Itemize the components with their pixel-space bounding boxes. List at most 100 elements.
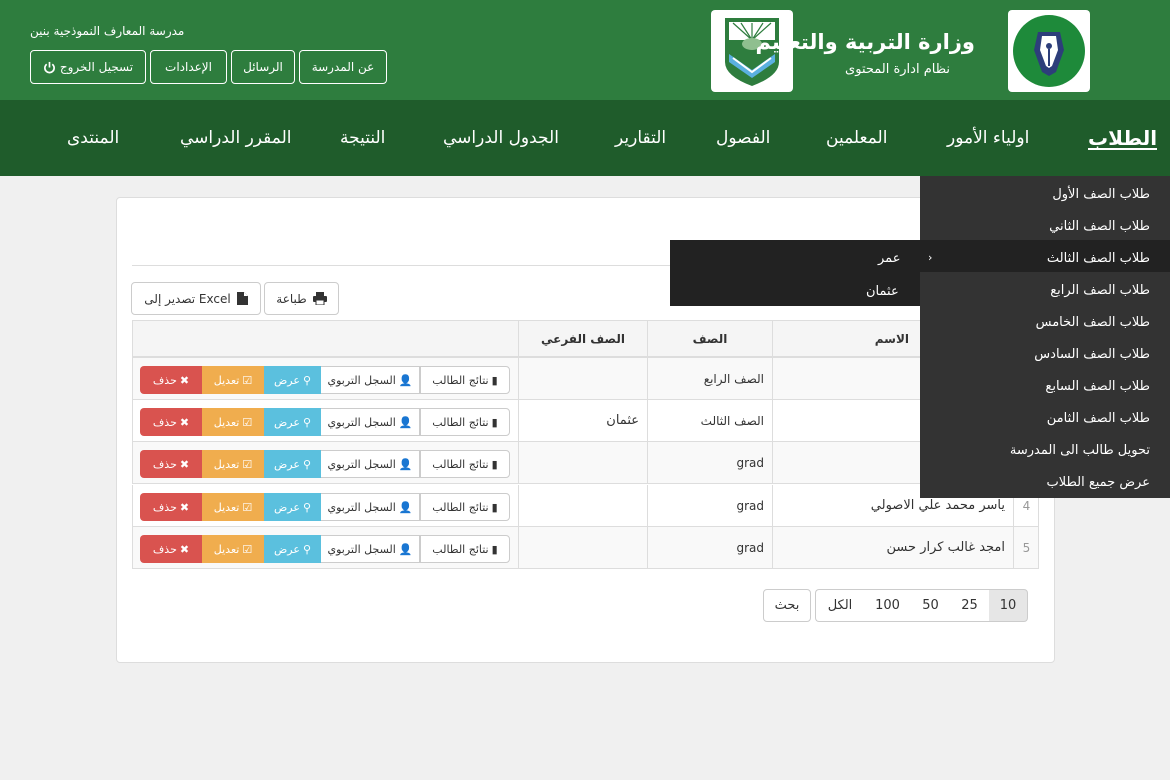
messages-button[interactable]: الرسائل — [231, 50, 295, 84]
export-label: تصدير إلى Excel — [144, 291, 231, 306]
delete-button[interactable]: حذف ✖ — [140, 493, 202, 521]
dropdown-item-all-students[interactable]: عرض جميع الطلاب — [1046, 475, 1150, 490]
view-button[interactable]: عرض ⚲ — [264, 493, 321, 521]
file-icon — [236, 292, 248, 305]
student-class: الصف الرابع — [647, 358, 772, 399]
results-button[interactable]: نتائج الطالب ▮ — [420, 535, 510, 563]
delete-label: حذف — [152, 373, 177, 387]
header-class: الصف — [647, 321, 772, 357]
nav-parents[interactable]: اولياء الأمور — [947, 100, 1029, 176]
view-button[interactable]: عرض ⚲ — [264, 408, 321, 436]
student-subclass — [518, 527, 647, 568]
student-subclass: عثمان — [518, 400, 647, 441]
edit-icon: ☑ — [242, 457, 253, 471]
dropdown-item-grade7[interactable]: طلاب الصف السابع — [1045, 379, 1150, 394]
table-row: 5 امجد غالب كرار حسن grad حذف ✖ تعديل ☑ عرض ⚲… — [132, 527, 1039, 569]
view-label: عرض — [274, 373, 300, 387]
row-actions: حذف ✖ تعديل ☑ عرض ⚲ السجل التربوي 👤 نتائج ال… — [140, 450, 510, 478]
page-size-all[interactable]: الكل — [815, 589, 864, 622]
view-button[interactable]: عرض ⚲ — [264, 450, 321, 478]
view-button[interactable]: عرض ⚲ — [264, 366, 321, 394]
nav-schedule[interactable]: الجدول الدراسي — [443, 100, 559, 176]
results-button[interactable]: نتائج الطالب ▮ — [420, 366, 510, 394]
nav-results[interactable]: النتيجة — [340, 100, 385, 176]
dropdown-item-grade8[interactable]: طلاب الصف الثامن — [1047, 411, 1150, 426]
record-button[interactable]: السجل التربوي 👤 — [321, 450, 420, 478]
print-button[interactable]: طباعة — [264, 282, 339, 315]
edit-button[interactable]: تعديل ☑ — [202, 450, 264, 478]
results-button[interactable]: نتائج الطالب ▮ — [420, 493, 510, 521]
delete-button[interactable]: حذف ✖ — [140, 366, 202, 394]
page-size-100[interactable]: 100 — [863, 589, 911, 622]
record-label: السجل التربوي — [327, 457, 396, 471]
student-class: الصف الثالث — [647, 400, 772, 441]
view-label: عرض — [274, 415, 300, 429]
nav-forum[interactable]: المنتدى — [67, 100, 119, 176]
row-actions: حذف ✖ تعديل ☑ عرض ⚲ السجل التربوي 👤 نتائج ال… — [140, 535, 510, 563]
view-label: عرض — [274, 457, 300, 471]
search-icon: ⚲ — [302, 542, 311, 556]
edit-label: تعديل — [213, 457, 240, 471]
student-class: grad — [647, 527, 772, 568]
search-icon: ⚲ — [302, 500, 311, 514]
edit-icon: ☑ — [242, 542, 253, 556]
record-button[interactable]: السجل التربوي 👤 — [321, 535, 420, 563]
search-button[interactable]: بحث — [763, 589, 811, 622]
dropdown-item-transfer[interactable]: تحويل طالب الى المدرسة — [1010, 443, 1150, 458]
dropdown-item-grade6[interactable]: طلاب الصف السادس — [1034, 347, 1150, 362]
edit-button[interactable]: تعديل ☑ — [202, 408, 264, 436]
nav-curriculum[interactable]: المقرر الدراسي — [180, 100, 292, 176]
row-actions: حذف ✖ تعديل ☑ عرض ⚲ السجل التربوي 👤 نتائج ال… — [140, 408, 510, 436]
student-class: grad — [647, 442, 772, 483]
results-button[interactable]: نتائج الطالب ▮ — [420, 408, 510, 436]
edit-label: تعديل — [213, 373, 240, 387]
nav-classes[interactable]: الفصول — [716, 100, 770, 176]
export-excel-button[interactable]: تصدير إلى Excel — [131, 282, 261, 315]
nav-students[interactable]: الطلاب — [1088, 100, 1158, 176]
bar-chart-icon: ▮ — [491, 542, 498, 556]
record-button[interactable]: السجل التربوي 👤 — [321, 493, 420, 521]
search-icon: ⚲ — [302, 415, 311, 429]
close-icon: ✖ — [179, 500, 190, 514]
table-row: سن حمدالصف الثالثعثمان حذف✖ تعديل☑ عرض⚲ … — [132, 400, 1039, 442]
table-header: الاسم الصف الصف الفرعي — [132, 320, 1039, 358]
dropdown-item-grade1[interactable]: طلاب الصف الأول — [1052, 187, 1150, 202]
view-button[interactable]: عرض ⚲ — [264, 535, 321, 563]
results-label: نتائج الطالب — [432, 542, 489, 556]
page-size-50[interactable]: 50 — [910, 589, 950, 622]
edit-button[interactable]: تعديل ☑ — [202, 535, 264, 563]
search-icon: ⚲ — [302, 457, 311, 471]
dropdown-item-grade2[interactable]: طلاب الصف الثاني — [1049, 219, 1150, 234]
results-button[interactable]: نتائج الطالب ▮ — [420, 450, 510, 478]
nav-teachers[interactable]: المعلمين — [826, 100, 887, 176]
edit-button[interactable]: تعديل ☑ — [202, 493, 264, 521]
delete-label: حذف — [152, 542, 177, 556]
delete-label: حذف — [152, 500, 177, 514]
logout-button[interactable]: تسجيل الخروج — [30, 50, 146, 84]
delete-button[interactable]: حذف ✖ — [140, 535, 202, 563]
page-size-25[interactable]: 25 — [949, 589, 989, 622]
header-subclass: الصف الفرعي — [518, 321, 647, 357]
dropdown-item-grade5[interactable]: طلاب الصف الخامس — [1036, 315, 1150, 330]
results-label: نتائج الطالب — [432, 500, 489, 514]
delete-button[interactable]: حذف ✖ — [140, 408, 202, 436]
submenu-item-othman[interactable]: عثمان — [866, 284, 1150, 299]
delete-button[interactable]: حذف ✖ — [140, 450, 202, 478]
student-class: grad — [647, 485, 772, 526]
close-icon: ✖ — [179, 415, 190, 429]
student-subclass — [518, 485, 647, 526]
main-nav: الطلاب اولياء الأمور المعلمين الفصول الت… — [0, 100, 1170, 176]
record-button[interactable]: السجل التربوي 👤 — [321, 366, 420, 394]
submenu-item-omar[interactable]: عمر — [878, 251, 1150, 266]
settings-button[interactable]: الإعدادات — [150, 50, 227, 84]
record-button[interactable]: السجل التربوي 👤 — [321, 408, 420, 436]
delete-label: حذف — [152, 415, 177, 429]
search-icon: ⚲ — [302, 373, 311, 387]
results-label: نتائج الطالب — [432, 457, 489, 471]
nav-reports[interactable]: التقارير — [615, 100, 666, 176]
edit-icon: ☑ — [242, 415, 253, 429]
student-name: امجد غالب كرار حسن — [772, 527, 1013, 568]
about-school-button[interactable]: عن المدرسة — [299, 50, 387, 84]
edit-button[interactable]: تعديل ☑ — [202, 366, 264, 394]
page-size-10[interactable]: 10 — [988, 589, 1028, 622]
